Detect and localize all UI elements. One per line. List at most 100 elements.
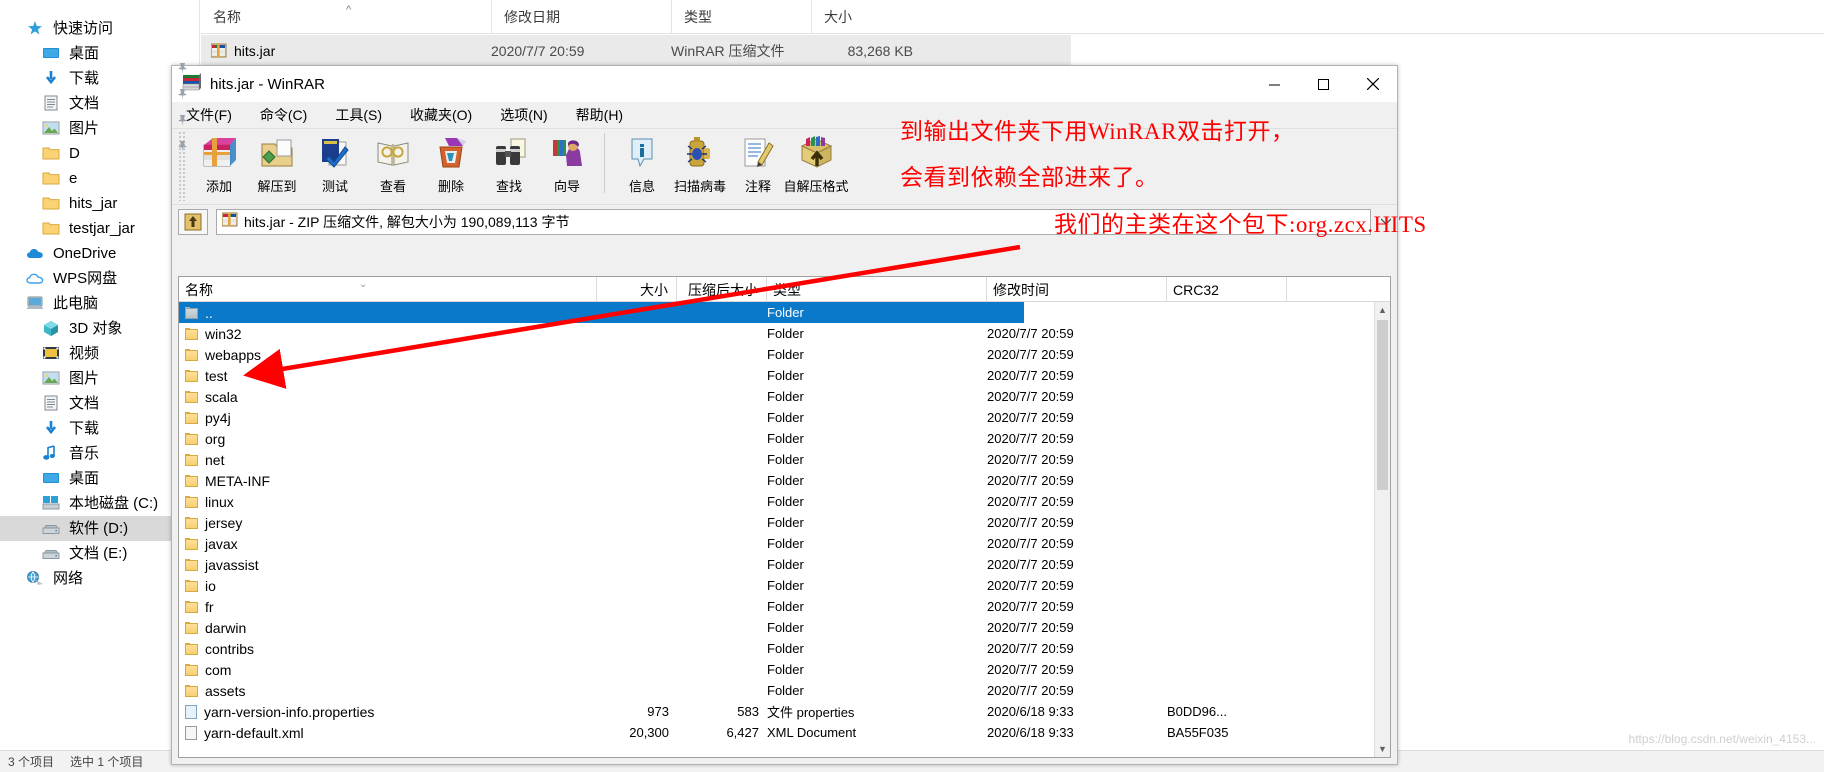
nav-item-label: 音乐: [69, 445, 100, 462]
winrar-title-bar[interactable]: hits.jar - WinRAR: [172, 66, 1397, 102]
archive-column-1[interactable]: 大小: [597, 277, 677, 302]
nav-item-C[interactable]: 本地磁盘 (C:): [0, 491, 199, 516]
toolbar-button-信息[interactable]: 信息: [613, 129, 671, 201]
nav-item-hitsjar[interactable]: hits_jar: [0, 191, 199, 216]
nav-item-[interactable]: 视频: [0, 341, 199, 366]
nav-item-e[interactable]: e: [0, 166, 199, 191]
nav-item-[interactable]: 此电脑: [0, 291, 199, 316]
minimize-button[interactable]: [1250, 66, 1299, 102]
explorer-column-header[interactable]: 名称 修改日期 类型 大小 ^: [201, 0, 1824, 34]
explorer-column-2[interactable]: 类型: [671, 0, 811, 34]
up-one-level-button[interactable]: [178, 208, 208, 235]
maximize-button[interactable]: [1299, 66, 1348, 102]
archive-list-header[interactable]: 名称 大小 压缩后大小 类型 修改时间 CRC32 ⌄: [179, 277, 1390, 302]
nav-item-[interactable]: 下载: [0, 66, 199, 91]
nav-item-[interactable]: 文档: [0, 391, 199, 416]
nav-item-[interactable]: 网络: [0, 566, 199, 591]
menu-item-5[interactable]: 帮助(H): [572, 103, 627, 127]
archive-row[interactable]: io Folder 2020/7/7 20:59: [179, 575, 1374, 596]
archive-row[interactable]: contribs Folder 2020/7/7 20:59: [179, 638, 1374, 659]
nav-item-[interactable]: 桌面: [0, 466, 199, 491]
archive-row[interactable]: darwin Folder 2020/7/7 20:59: [179, 617, 1374, 638]
folder-icon: [42, 170, 61, 187]
archive-row[interactable]: yarn-default.xml 20,300 6,427 XML Document 2…: [179, 722, 1374, 743]
nav-item-[interactable]: 图片: [0, 366, 199, 391]
nav-item-label: 此电脑: [53, 295, 99, 312]
archive-list-scrollbar[interactable]: ▲ ▼: [1374, 302, 1390, 757]
scroll-up-arrow[interactable]: ▲: [1375, 302, 1390, 318]
explorer-column-3[interactable]: 大小: [811, 0, 931, 34]
toolbar-button-测试[interactable]: 测试: [306, 129, 364, 201]
archive-row[interactable]: net Folder 2020/7/7 20:59: [179, 449, 1374, 470]
archive-column-2[interactable]: 压缩后大小: [677, 277, 767, 302]
archive-row-packed-size: [679, 449, 759, 470]
toolbar-button-删除[interactable]: 删除: [422, 129, 480, 201]
nav-item-D[interactable]: D: [0, 141, 199, 166]
toolbar-button-解压到[interactable]: 解压到: [248, 129, 306, 201]
toolbar-button-查找[interactable]: 查找: [480, 129, 538, 201]
archive-column-3[interactable]: 类型: [767, 277, 987, 302]
scrollbar-thumb[interactable]: [1377, 320, 1388, 490]
menu-item-1[interactable]: 命令(C): [256, 103, 311, 127]
nav-item-[interactable]: 下载: [0, 416, 199, 441]
pin-icon[interactable]: [176, 140, 189, 153]
archive-row-type: Folder: [767, 578, 804, 593]
archive-row[interactable]: test Folder 2020/7/7 20:59: [179, 365, 1374, 386]
explorer-navigation-pane[interactable]: 快速访问 桌面 下载 文档 图片 De hits_jar testjar_jar OneDriv…: [0, 0, 200, 750]
archive-row[interactable]: linux Folder 2020/7/7 20:59: [179, 491, 1374, 512]
archive-row[interactable]: jersey Folder 2020/7/7 20:59: [179, 512, 1374, 533]
archive-row[interactable]: META-INF Folder 2020/7/7 20:59: [179, 470, 1374, 491]
toolbar-button-查看[interactable]: 查看: [364, 129, 422, 201]
archive-row[interactable]: py4j Folder 2020/7/7 20:59: [179, 407, 1374, 428]
scroll-down-arrow[interactable]: ▼: [1375, 741, 1390, 757]
archive-row[interactable]: javax Folder 2020/7/7 20:59: [179, 533, 1374, 554]
nav-item-3D[interactable]: 3D 对象: [0, 316, 199, 341]
nav-item-WPS[interactable]: WPS网盘: [0, 266, 199, 291]
toolbar-button-注释[interactable]: 注释: [729, 129, 787, 201]
archive-row[interactable]: org Folder 2020/7/7 20:59: [179, 428, 1374, 449]
archive-row[interactable]: .. Folder: [179, 302, 1024, 323]
nav-item-[interactable]: 音乐: [0, 441, 199, 466]
nav-item-[interactable]: 图片: [0, 116, 199, 141]
nav-item-[interactable]: 快速访问: [0, 16, 199, 41]
toolbar-button-添加[interactable]: 添加: [190, 129, 248, 201]
toolbar-button-向导[interactable]: 向导: [538, 129, 596, 201]
nav-item-E[interactable]: 文档 (E:): [0, 541, 199, 566]
toolbar-button-自解压格式[interactable]: 自解压格式: [784, 129, 849, 201]
explorer-column-1[interactable]: 修改日期: [491, 0, 671, 34]
archive-list-body[interactable]: .. Folder win32 Folder 2020/7/7 20:59 webapps…: [179, 302, 1374, 757]
toolbar-button-扫描病毒[interactable]: 扫描病毒: [671, 129, 729, 201]
menu-item-0[interactable]: 文件(F): [182, 103, 236, 127]
archive-column-label: CRC32: [1173, 281, 1219, 298]
pin-icon[interactable]: [176, 88, 189, 101]
nav-item-testjarjar[interactable]: testjar_jar: [0, 216, 199, 241]
pin-icon[interactable]: [176, 114, 189, 127]
menu-item-4[interactable]: 选项(N): [496, 103, 551, 127]
archive-row[interactable]: win32 Folder 2020/7/7 20:59: [179, 323, 1374, 344]
winrar-window: hits.jar - WinRAR 文件(F) 命令(C) 工具(S) 收藏夹(O) 选…: [171, 65, 1398, 765]
view-icon: [373, 133, 413, 173]
archive-row-name-cell: assets: [185, 680, 245, 701]
archive-row[interactable]: com Folder 2020/7/7 20:59: [179, 659, 1374, 680]
nav-item-[interactable]: 文档: [0, 91, 199, 116]
sort-ascending-indicator: ^: [346, 4, 352, 16]
nav-item-D[interactable]: 软件 (D:): [0, 516, 199, 541]
nav-item-[interactable]: 桌面: [0, 41, 199, 66]
pin-icon[interactable]: [176, 62, 189, 75]
nav-item-OneDrive[interactable]: OneDrive: [0, 241, 199, 266]
archive-row[interactable]: assets Folder 2020/7/7 20:59: [179, 680, 1374, 701]
archive-row[interactable]: fr Folder 2020/7/7 20:59: [179, 596, 1374, 617]
menu-item-3[interactable]: 收藏夹(O): [406, 103, 476, 127]
archive-column-5[interactable]: CRC32: [1167, 277, 1287, 302]
archive-column-0[interactable]: 名称: [179, 277, 597, 302]
explorer-file-row-hits-jar[interactable]: hits.jar 2020/7/7 20:59 WinRAR 压缩文件 83,268 …: [201, 35, 1071, 66]
archive-row[interactable]: webapps Folder 2020/7/7 20:59: [179, 344, 1374, 365]
archive-row[interactable]: yarn-version-info.properties 973 583 文件 pro…: [179, 701, 1374, 722]
close-button[interactable]: [1348, 66, 1397, 102]
archive-row-name: com: [205, 661, 232, 678]
archive-row-size: [599, 302, 669, 323]
archive-row[interactable]: javassist Folder 2020/7/7 20:59: [179, 554, 1374, 575]
archive-row[interactable]: scala Folder 2020/7/7 20:59: [179, 386, 1374, 407]
menu-item-2[interactable]: 工具(S): [331, 103, 386, 127]
archive-column-4[interactable]: 修改时间: [987, 277, 1167, 302]
